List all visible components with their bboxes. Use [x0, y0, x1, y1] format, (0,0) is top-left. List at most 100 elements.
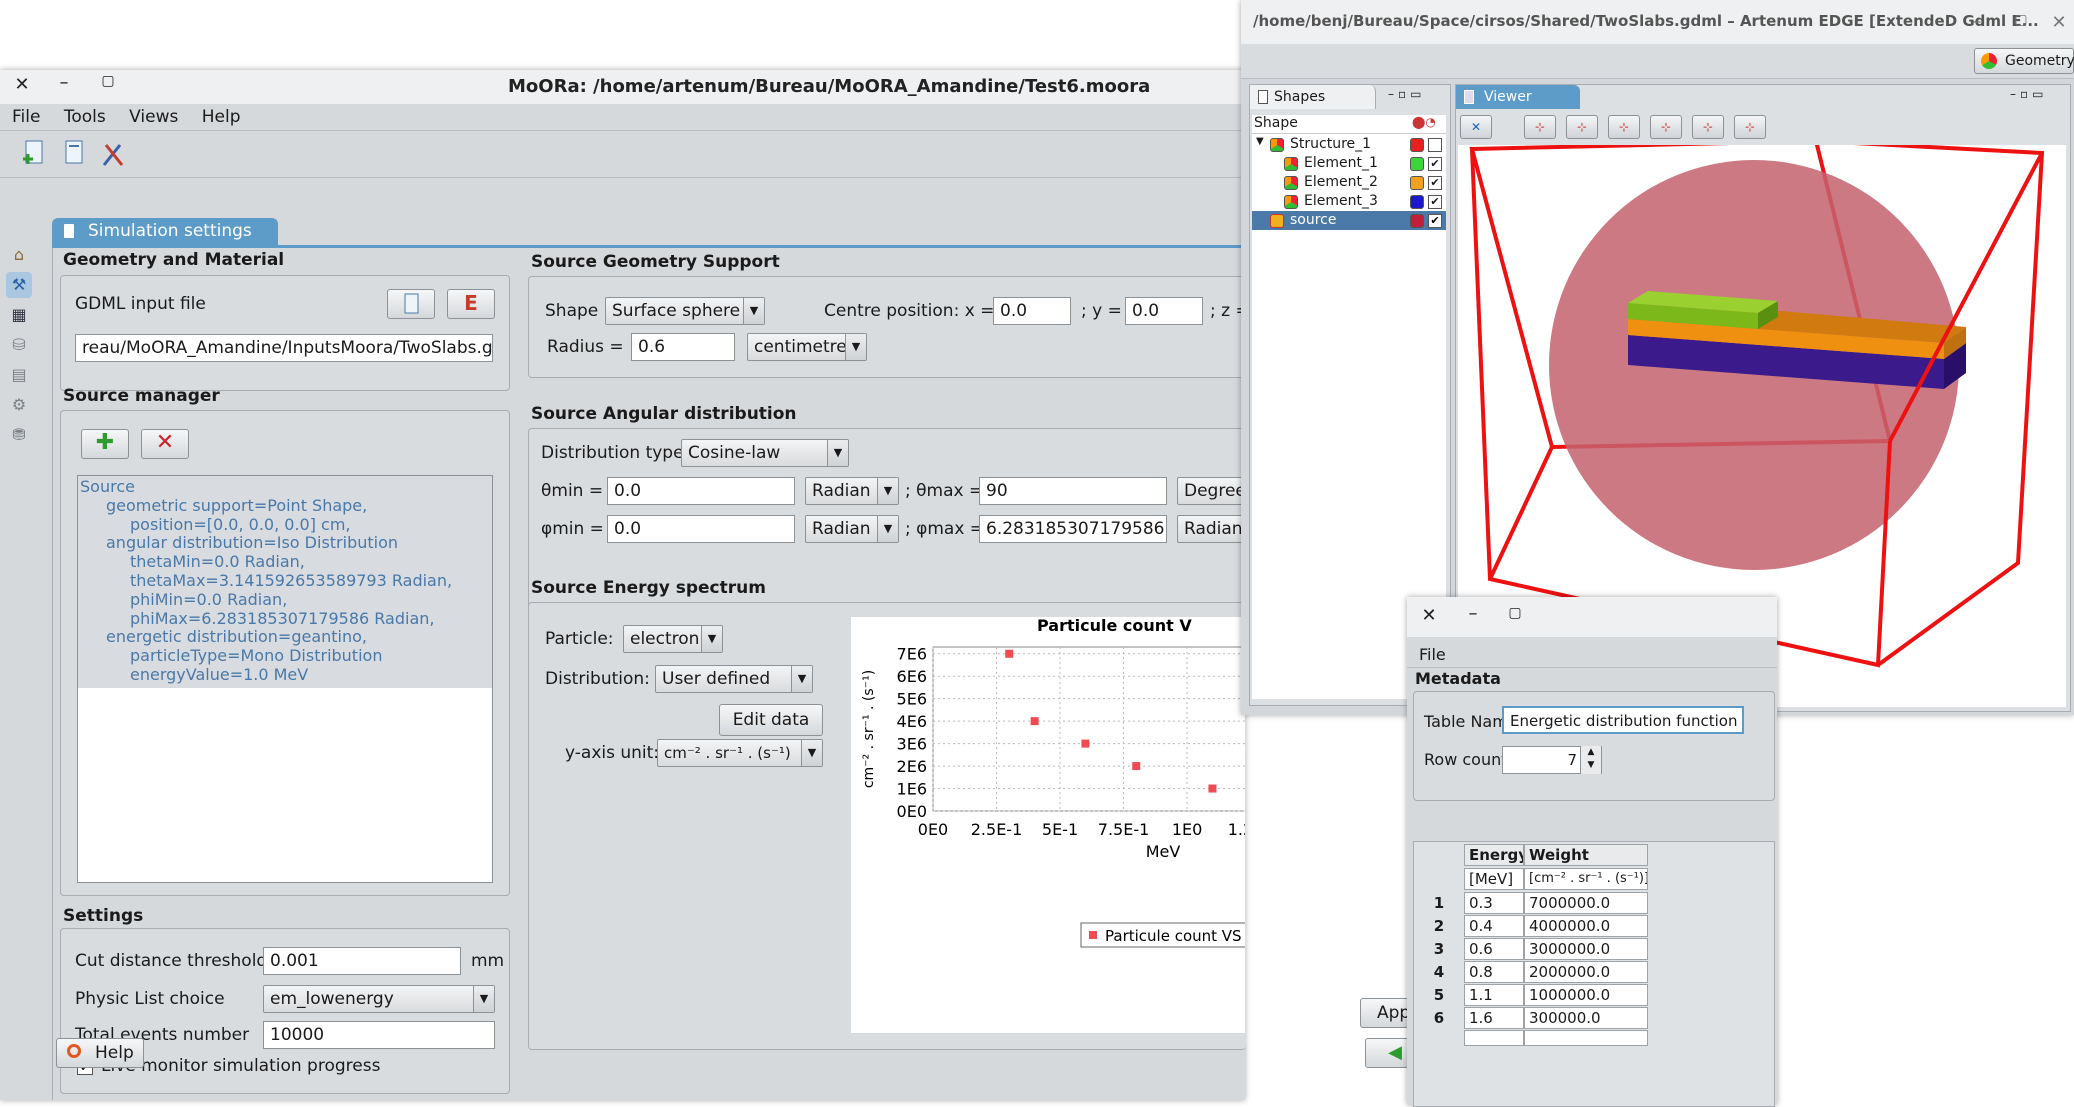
phi-min-input[interactable]: 0.0 — [607, 515, 795, 543]
tree-item-source[interactable]: source ✔ — [1252, 211, 1446, 230]
table-row[interactable]: 0.6 — [1464, 938, 1524, 960]
table-row[interactable]: 0.3 — [1464, 892, 1524, 914]
y-plus-icon[interactable]: ⊹ — [1608, 115, 1640, 139]
shape-combo[interactable]: Surface sphere ▼ — [605, 297, 765, 325]
browse-gdml-button[interactable] — [387, 289, 435, 319]
theta-min-unit-combo[interactable]: Radian ▼ — [805, 477, 899, 505]
open-file-icon[interactable] — [60, 139, 86, 169]
menu-file[interactable]: File — [12, 107, 40, 127]
table-row[interactable]: 2000000.0 — [1524, 961, 1648, 983]
metadata-menu-file[interactable]: File — [1419, 645, 1446, 664]
maximize-icon[interactable]: ▢ — [2009, 12, 2033, 28]
source-list[interactable]: Source geometric support=Point Shape, po… — [77, 475, 493, 883]
table-row[interactable]: 1000000.0 — [1524, 984, 1648, 1006]
table-row[interactable]: 300000.0 — [1524, 1007, 1648, 1029]
tree-item-structure[interactable]: ▼ Structure_1 — [1252, 135, 1446, 154]
maximize-icon[interactable]: ▢ — [1503, 605, 1527, 621]
visibility-checkbox[interactable]: ✔ — [1428, 214, 1442, 228]
theta-max-unit-combo[interactable]: Degree — [1177, 477, 1246, 505]
home-icon[interactable]: ⌂ — [6, 242, 32, 268]
visibility-checkbox[interactable]: ✔ — [1428, 157, 1442, 171]
source-list-item[interactable]: Source geometric support=Point Shape, po… — [78, 476, 492, 688]
table-row[interactable]: 4000000.0 — [1524, 915, 1648, 937]
header-energy[interactable]: Energy — [1464, 844, 1524, 866]
gear-icon[interactable]: ⚙ — [6, 392, 32, 418]
edit-gdml-button[interactable]: E — [447, 289, 495, 319]
table-row[interactable]: 1.1 — [1464, 984, 1524, 1006]
unit-weight[interactable]: [cm⁻² . sr⁻¹ . (s⁻¹)] — [1524, 868, 1648, 890]
phi-max-input[interactable]: 6.283185307179586 — [979, 515, 1167, 543]
maximize-icon[interactable]: ▢ — [96, 73, 120, 89]
close-icon[interactable]: ✕ — [10, 74, 34, 95]
table-row[interactable]: 1.6 — [1464, 1007, 1524, 1029]
color-swatch[interactable] — [1410, 214, 1424, 228]
header-weight[interactable]: Weight — [1524, 844, 1648, 866]
help-button[interactable]: Help — [56, 1038, 144, 1068]
tab-viewer[interactable]: Viewer — [1456, 85, 1580, 109]
tree-item-element-2[interactable]: Element_2 ✔ — [1252, 173, 1446, 192]
angular-dist-combo[interactable]: Cosine-law ▼ — [681, 439, 849, 467]
tab-simulation-settings[interactable]: Simulation settings — [52, 218, 278, 246]
table-row[interactable] — [1464, 1030, 1524, 1046]
table-name-input[interactable]: Energetic distribution function — [1502, 706, 1744, 734]
table-row[interactable]: 3000000.0 — [1524, 938, 1648, 960]
close-icon[interactable]: ✕ — [2047, 12, 2071, 33]
tree-item-element-3[interactable]: Element_3 ✔ — [1252, 192, 1446, 211]
database-icon[interactable]: ⛁ — [6, 332, 32, 358]
y-axis-unit-combo[interactable]: cm⁻² . sr⁻¹ . (s⁻¹) ▼ — [657, 739, 823, 767]
tools-icon[interactable] — [100, 139, 126, 169]
radius-unit-combo[interactable]: centimetre ▼ — [747, 333, 867, 361]
tab-shapes[interactable]: Shapes — [1250, 85, 1376, 109]
z-plus-icon[interactable]: ⊹ — [1692, 115, 1724, 139]
color-swatch[interactable] — [1410, 138, 1424, 152]
new-file-icon[interactable] — [20, 139, 46, 169]
visibility-checkbox[interactable]: ✔ — [1428, 195, 1442, 209]
minimize-icon[interactable]: – — [52, 72, 76, 93]
remove-source-button[interactable]: ✕ — [141, 429, 189, 459]
close-icon[interactable]: ✕ — [1417, 605, 1441, 626]
layout-icon[interactable]: ▦ — [6, 302, 32, 328]
z-minus-icon[interactable]: ⊹ — [1734, 115, 1766, 139]
total-events-input[interactable]: 10000 — [263, 1021, 495, 1049]
minimize-icon[interactable]: – — [1965, 11, 1989, 32]
energy-dist-combo[interactable]: User defined ▼ — [655, 665, 813, 693]
color-swatch[interactable] — [1410, 195, 1424, 209]
particle-combo[interactable]: electron ▼ — [623, 625, 723, 653]
row-count-spinner[interactable]: ▲ ▼ — [1580, 746, 1601, 774]
y-minus-icon[interactable]: ⊹ — [1650, 115, 1682, 139]
x-plus-icon[interactable]: ⊹ — [1524, 115, 1556, 139]
settings-tools-icon[interactable]: ⚒ — [6, 272, 32, 298]
fit-icon[interactable]: ✕ — [1460, 115, 1492, 139]
visibility-checkbox[interactable] — [1428, 138, 1442, 152]
edit-data-button[interactable]: Edit data — [719, 704, 823, 736]
table-row[interactable]: 0.4 — [1464, 915, 1524, 937]
x-minus-icon[interactable]: ⊹ — [1566, 115, 1598, 139]
menu-tools[interactable]: Tools — [64, 107, 106, 127]
color-swatch[interactable] — [1410, 157, 1424, 171]
table-row[interactable]: 0.8 — [1464, 961, 1524, 983]
document-icon[interactable]: ▤ — [6, 362, 32, 388]
y-tick-label: 0E0 — [897, 802, 927, 821]
geometry-perspective-button[interactable]: Geometry — [1974, 48, 2074, 74]
gdml-path-input[interactable]: reau/MoORA_Amandine/InputsMoora/TwoSlabs… — [75, 334, 493, 362]
menu-help[interactable]: Help — [202, 107, 241, 127]
color-swatch[interactable] — [1410, 176, 1424, 190]
table-row[interactable] — [1524, 1030, 1648, 1046]
cut-distance-input[interactable]: 0.001 — [263, 947, 461, 975]
stack-icon[interactable]: ⛃ — [6, 422, 32, 448]
centre-x-input[interactable]: 0.0 — [993, 297, 1071, 325]
visibility-checkbox[interactable]: ✔ — [1428, 176, 1442, 190]
theta-min-input[interactable]: 0.0 — [607, 477, 795, 505]
theta-max-input[interactable]: 90 — [979, 477, 1167, 505]
table-row[interactable]: 7000000.0 — [1524, 892, 1648, 914]
menu-views[interactable]: Views — [129, 107, 178, 127]
phi-max-unit-combo[interactable]: Radian — [1177, 515, 1246, 543]
physic-list-combo[interactable]: em_lowenergy ▼ — [263, 985, 495, 1013]
centre-y-input[interactable]: 0.0 — [1125, 297, 1203, 325]
phi-min-unit-combo[interactable]: Radian ▼ — [805, 515, 899, 543]
minimize-icon[interactable]: – — [1461, 603, 1485, 624]
tree-item-element-1[interactable]: Element_1 ✔ — [1252, 154, 1446, 173]
radius-input[interactable]: 0.6 — [631, 333, 735, 361]
add-source-button[interactable]: ✚ — [81, 429, 129, 459]
unit-energy[interactable]: [MeV] — [1464, 868, 1524, 890]
